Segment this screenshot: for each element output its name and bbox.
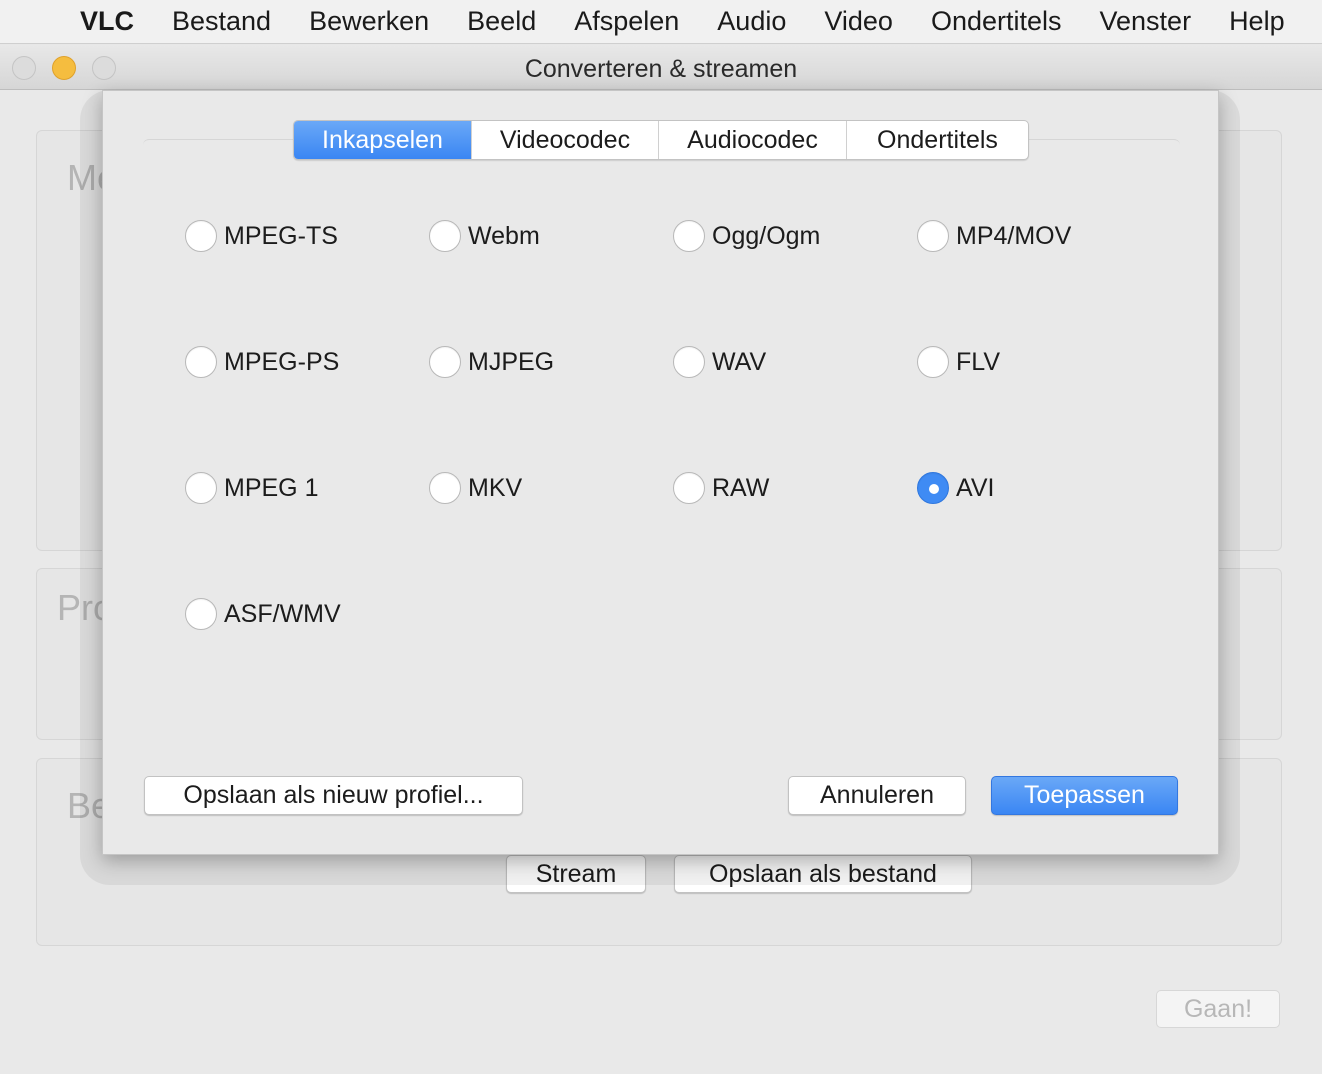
window-title: Converteren & streamen bbox=[524, 55, 798, 83]
radio-button-selected-icon[interactable] bbox=[917, 472, 949, 504]
format-radio-group: MPEG-TS Webm Ogg/Ogm MP4/MOV MPEG-PS MJP… bbox=[185, 220, 1185, 640]
radio-button-icon[interactable] bbox=[185, 346, 217, 378]
cancel-button[interactable]: Annuleren bbox=[788, 776, 966, 815]
radio-button-icon[interactable] bbox=[185, 472, 217, 504]
window-titlebar[interactable]: Converteren & streamen bbox=[0, 45, 1322, 90]
radio-mkv[interactable]: MKV bbox=[429, 472, 522, 504]
radio-button-icon[interactable] bbox=[673, 346, 705, 378]
radio-ogg-ogm[interactable]: Ogg/Ogm bbox=[673, 220, 820, 252]
radio-label: MJPEG bbox=[468, 347, 555, 376]
radio-webm[interactable]: Webm bbox=[429, 220, 540, 252]
radio-label: MPEG 1 bbox=[224, 473, 319, 502]
radio-label: Webm bbox=[468, 221, 540, 250]
radio-avi[interactable]: AVI bbox=[917, 472, 994, 504]
radio-label: MPEG-TS bbox=[224, 221, 338, 250]
menu-help[interactable]: Help bbox=[1229, 6, 1285, 37]
radio-button-icon[interactable] bbox=[917, 220, 949, 252]
radio-flv[interactable]: FLV bbox=[917, 346, 1000, 378]
radio-asf-wmv[interactable]: ASF/WMV bbox=[185, 598, 341, 630]
tab-encapsulation[interactable]: Inkapselen bbox=[294, 121, 472, 159]
radio-button-icon[interactable] bbox=[429, 220, 461, 252]
menu-video[interactable]: Video bbox=[824, 6, 893, 37]
radio-label: FLV bbox=[956, 347, 1000, 376]
radio-label: MP4/MOV bbox=[956, 221, 1072, 250]
radio-button-icon[interactable] bbox=[429, 346, 461, 378]
menu-file[interactable]: Bestand bbox=[172, 6, 271, 37]
radio-wav[interactable]: WAV bbox=[673, 346, 766, 378]
radio-mjpeg[interactable]: MJPEG bbox=[429, 346, 554, 378]
radio-mpeg-ts[interactable]: MPEG-TS bbox=[185, 220, 338, 252]
radio-button-icon[interactable] bbox=[673, 220, 705, 252]
menu-subtitles[interactable]: Ondertitels bbox=[931, 6, 1062, 37]
menu-view[interactable]: Beeld bbox=[467, 6, 536, 37]
radio-button-icon[interactable] bbox=[429, 472, 461, 504]
radio-label: Ogg/Ogm bbox=[712, 221, 821, 250]
save-new-profile-button[interactable]: Opslaan als nieuw profiel... bbox=[144, 776, 523, 815]
menu-window[interactable]: Venster bbox=[1100, 6, 1192, 37]
radio-mpeg-1[interactable]: MPEG 1 bbox=[185, 472, 318, 504]
radio-label: WAV bbox=[712, 347, 767, 376]
menu-playback[interactable]: Afspelen bbox=[574, 6, 679, 37]
profile-settings-sheet: Inkapselen Videocodec Audiocodec Onderti… bbox=[102, 90, 1219, 855]
tab-audio-codec[interactable]: Audiocodec bbox=[659, 121, 847, 159]
radio-mp4-mov[interactable]: MP4/MOV bbox=[917, 220, 1071, 252]
tab-subtitles[interactable]: Ondertitels bbox=[847, 121, 1028, 159]
radio-raw[interactable]: RAW bbox=[673, 472, 769, 504]
radio-button-icon[interactable] bbox=[185, 598, 217, 630]
menu-edit[interactable]: Bewerken bbox=[309, 6, 429, 37]
go-button[interactable]: Gaan! bbox=[1156, 990, 1280, 1028]
menu-audio[interactable]: Audio bbox=[717, 6, 786, 37]
menu-app-name[interactable]: VLC bbox=[80, 6, 134, 37]
radio-label: RAW bbox=[712, 473, 770, 502]
radio-label: MPEG-PS bbox=[224, 347, 340, 376]
tab-bar: Inkapselen Videocodec Audiocodec Onderti… bbox=[293, 120, 1029, 160]
apply-button[interactable]: Toepassen bbox=[991, 776, 1178, 815]
radio-button-icon[interactable] bbox=[917, 346, 949, 378]
menu-bar: VLC Bestand Bewerken Beeld Afspelen Audi… bbox=[0, 0, 1322, 44]
radio-button-icon[interactable] bbox=[185, 220, 217, 252]
tab-video-codec[interactable]: Videocodec bbox=[472, 121, 659, 159]
radio-button-icon[interactable] bbox=[673, 472, 705, 504]
radio-label: MKV bbox=[468, 473, 523, 502]
radio-mpeg-ps[interactable]: MPEG-PS bbox=[185, 346, 339, 378]
radio-label: ASF/WMV bbox=[224, 599, 341, 628]
radio-label: AVI bbox=[956, 473, 995, 502]
